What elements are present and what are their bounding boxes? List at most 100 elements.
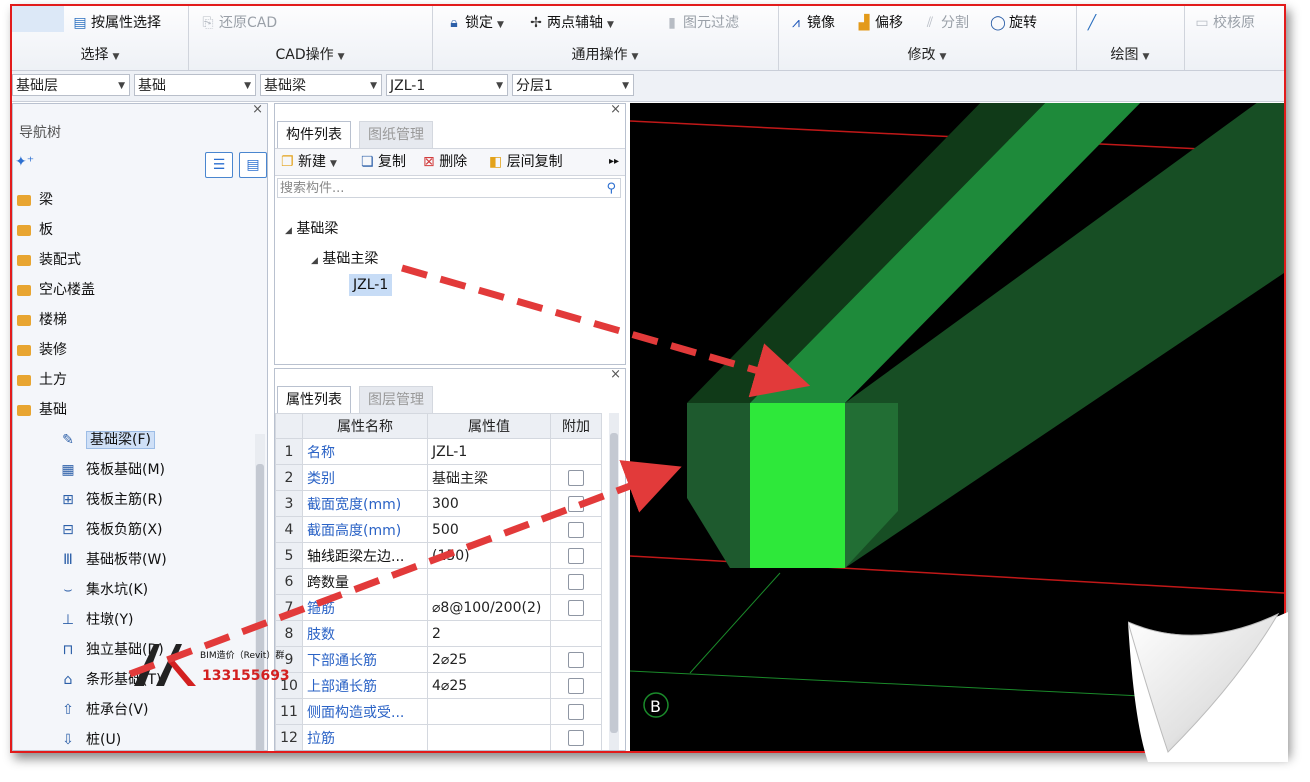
extra-checkbox[interactable] (568, 495, 584, 512)
floor-select[interactable]: 基础层 ▼ (12, 74, 130, 96)
two-point-axis-button[interactable]: ✢ 两点辅轴 ▼ (528, 11, 614, 35)
component-type-select[interactable]: 基础梁 ▼ (260, 74, 382, 96)
component-search-input[interactable]: 搜索构件... ⚲ (277, 178, 621, 198)
property-scroll-thumb[interactable] (610, 433, 618, 733)
nav-folder-item[interactable]: 土方 (13, 366, 67, 394)
component-select[interactable]: JZL-1 ▼ (386, 74, 508, 96)
new-component-button[interactable]: ❐ 新建 ▼ (281, 149, 337, 175)
nav-scroll-thumb[interactable] (256, 464, 264, 750)
tab-property-list[interactable]: 属性列表 (277, 386, 351, 413)
extra-checkbox[interactable] (568, 573, 584, 590)
property-row[interactable]: 5 轴线距梁左边... (150) (275, 542, 602, 569)
nav-sub-item[interactable]: ⇩ 桩(U) (59, 726, 121, 750)
nav-sub-item[interactable]: ⇧ 桩承台(V) (59, 696, 148, 724)
nav-sub-item[interactable]: ✎ 基础梁(F) (59, 426, 155, 454)
nav-folder-item[interactable]: 基础 (13, 396, 67, 424)
tab-drawing-management[interactable]: 图纸管理 (359, 121, 433, 148)
close-icon[interactable]: × (610, 104, 621, 117)
tree-node-child[interactable]: ◢ 基础主梁 (311, 248, 378, 268)
property-scrollbar[interactable] (609, 413, 619, 750)
tab-component-list[interactable]: 构件列表 (277, 121, 351, 148)
property-row[interactable]: 6 跨数量 (275, 568, 602, 595)
property-row[interactable]: 8 肢数 2 (275, 620, 602, 647)
add-sparkle-icon[interactable]: ✦⁺ (15, 154, 34, 170)
extra-checkbox[interactable] (568, 599, 584, 616)
element-filter-button[interactable]: ▮ 图元过滤 (664, 11, 739, 35)
property-value[interactable]: ⌀8@100/200(2) (427, 594, 551, 621)
extra-checkbox[interactable] (568, 547, 584, 564)
nav-sub-item[interactable]: Ⅲ 基础板带(W) (59, 546, 167, 574)
nav-sub-item[interactable]: ⊥ 柱墩(Y) (59, 606, 134, 634)
property-value[interactable] (427, 724, 551, 750)
select-tool-highlight[interactable] (12, 6, 64, 32)
property-row[interactable]: 4 截面高度(mm) 500 (275, 516, 602, 543)
property-value[interactable]: 2⌀25 (427, 646, 551, 673)
property-value[interactable]: 基础主梁 (427, 464, 551, 491)
nav-sub-item[interactable]: ⊞ 筏板主筋(R) (59, 486, 163, 514)
rotate-button[interactable]: ◯ 旋转 (990, 11, 1037, 35)
property-row[interactable]: 1 名称 JZL-1 (275, 438, 602, 465)
extra-checkbox[interactable] (568, 729, 584, 746)
detail-view-icon[interactable]: ▤ (239, 152, 267, 178)
folder-icon (17, 344, 31, 356)
property-name: 截面高度(mm) (302, 516, 428, 543)
mirror-button[interactable]: ⩘ 镜像 (788, 11, 835, 35)
property-row[interactable]: 7 箍筋 ⌀8@100/200(2) (275, 594, 602, 621)
lock-button[interactable]: 🔒︎ 锁定 ▼ (446, 11, 504, 35)
nav-sub-item[interactable]: ▦ 筏板基础(M) (59, 456, 165, 484)
check-button[interactable]: ▭ 校核原 (1194, 11, 1255, 35)
extra-checkbox[interactable] (568, 651, 584, 668)
property-row[interactable]: 2 类别 基础主梁 (275, 464, 602, 491)
nav-folder-item[interactable]: 装修 (13, 336, 67, 364)
property-row[interactable]: 12 拉筋 (275, 724, 602, 750)
list-view-icon[interactable]: ☰ (205, 152, 233, 178)
ribbon-group-label-draw[interactable]: 绘图 ▼ (1076, 44, 1184, 64)
extra-checkbox[interactable] (568, 469, 584, 486)
nav-folder-item[interactable]: 梁 (13, 186, 53, 214)
property-value[interactable]: 4⌀25 (427, 672, 551, 699)
ribbon-group-label-modify[interactable]: 修改 ▼ (778, 44, 1076, 64)
copy-component-button[interactable]: ❏ 复制 (361, 149, 406, 175)
tree-node-selected-component[interactable]: JZL-1 (349, 274, 393, 296)
nav-scrollbar[interactable] (255, 434, 265, 750)
restore-cad-button[interactable]: ⎘ 还原CAD (200, 11, 277, 35)
split-button[interactable]: ⫽ 分割 (922, 11, 969, 35)
property-value[interactable]: JZL-1 (427, 438, 551, 465)
property-value[interactable] (427, 568, 551, 595)
ribbon-group-label-general[interactable]: 通用操作 ▼ (432, 44, 778, 64)
ribbon-group-general: 🔒︎ 锁定 ▼ ✢ 两点辅轴 ▼ ▮ 图元过滤 通用操作 ▼ (432, 6, 779, 70)
layer-select[interactable]: 分层1 ▼ (512, 74, 634, 96)
property-name: 类别 (302, 464, 428, 491)
offset-button[interactable]: ▟ 偏移 (856, 11, 903, 35)
more-icon[interactable]: ▸▸ (609, 149, 619, 175)
delete-component-button[interactable]: ⊠ 删除 (423, 149, 467, 175)
property-row[interactable]: 3 截面宽度(mm) 300 (275, 490, 602, 517)
property-row[interactable]: 9 下部通长筋 2⌀25 (275, 646, 602, 673)
extra-checkbox[interactable] (568, 521, 584, 538)
ribbon-group-label-cad[interactable]: CAD操作 ▼ (188, 44, 432, 64)
property-value[interactable]: (150) (427, 542, 551, 569)
nav-folder-item[interactable]: 空心楼盖 (13, 276, 95, 304)
nav-folder-item[interactable]: 楼梯 (13, 306, 67, 334)
category-select[interactable]: 基础 ▼ (134, 74, 256, 96)
tab-layer-management[interactable]: 图层管理 (359, 386, 433, 413)
tree-node-root[interactable]: ◢ 基础梁 (285, 218, 338, 238)
property-value[interactable]: 2 (427, 620, 551, 647)
extra-checkbox[interactable] (568, 677, 584, 694)
extra-checkbox[interactable] (568, 703, 584, 720)
property-value[interactable]: 300 (427, 490, 551, 517)
draw-line-button[interactable]: ╱ (1084, 11, 1103, 35)
property-row[interactable]: 10 上部通长筋 4⌀25 (275, 672, 602, 699)
property-row[interactable]: 11 侧面构造或受... (275, 698, 602, 725)
nav-folder-item[interactable]: 装配式 (13, 246, 81, 274)
nav-sub-item[interactable]: ⊟ 筏板负筋(X) (59, 516, 162, 544)
close-icon[interactable]: × (610, 369, 621, 382)
property-value[interactable]: 500 (427, 516, 551, 543)
close-icon[interactable]: × (252, 104, 263, 117)
nav-sub-item[interactable]: ⌣ 集水坑(K) (59, 576, 148, 604)
property-value[interactable] (427, 698, 551, 725)
nav-folder-item[interactable]: 板 (13, 216, 53, 244)
attribute-select-button[interactable]: ▤ 按属性选择 (72, 11, 161, 35)
copy-between-floors-button[interactable]: ◧ 层间复制 (489, 149, 563, 175)
ribbon-group-label-select[interactable]: 选择 ▼ (12, 44, 188, 64)
